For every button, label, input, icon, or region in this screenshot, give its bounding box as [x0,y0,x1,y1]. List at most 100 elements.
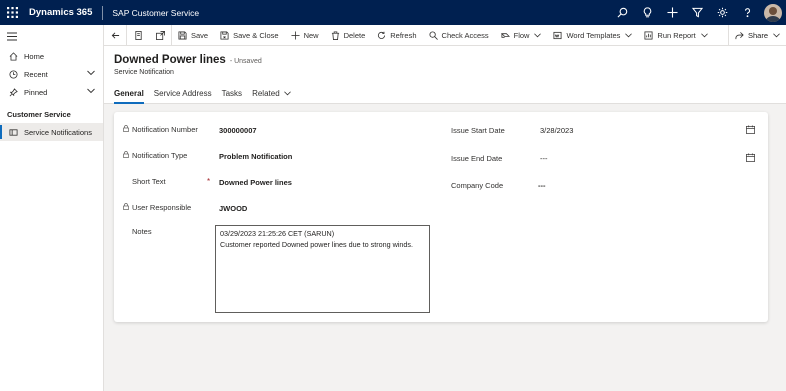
notes-line: Customer reported Downed power lines due… [220,240,413,249]
plus-icon[interactable] [660,0,685,25]
sidebar-item-pinned[interactable]: Pinned [0,83,103,101]
sidebar-section-title: Customer Service [7,110,71,119]
tab-related[interactable]: Related [252,86,291,100]
flow-icon [500,32,510,38]
refresh-button[interactable]: Refresh [371,25,422,46]
calendar-icon[interactable] [746,153,755,162]
top-icons [610,0,786,25]
issue-end-date-input[interactable]: --- [540,154,548,163]
chevron-down-icon[interactable] [87,88,95,94]
record-header: Downed Power lines - Unsaved Service Not… [104,46,786,104]
form-card: Notification Number 300000007 Notificati… [114,112,768,322]
user-responsible-value: JWOOD [219,204,248,213]
filter-icon[interactable] [685,0,710,25]
save-close-button[interactable]: Save & Close [214,25,284,46]
app-name[interactable]: SAP Customer Service [103,8,199,18]
notes-line: 03/29/2023 21:25:26 CET (SARUN) [220,229,335,238]
hamburger-menu-icon[interactable] [0,25,103,47]
chevron-down-icon[interactable] [87,70,95,76]
plus-icon [291,30,300,40]
save-icon [178,30,187,40]
lightbulb-icon[interactable] [635,0,660,25]
save-status: - Unsaved [229,58,262,65]
sidebar-item-label: Home [24,51,45,61]
back-arrow-icon[interactable] [104,25,126,46]
company-code-label: Company Code [451,181,504,190]
entity-name: Service Notification [114,69,174,76]
issue-end-date-label: Issue End Date [451,154,503,163]
save-button[interactable]: Save [172,25,214,46]
search-icon[interactable] [610,0,635,25]
tab-list: General Service Address Tasks Related [114,86,301,104]
share-icon [735,32,744,40]
record-set-icon[interactable] [127,25,149,46]
sidebar-item-home[interactable]: Home [0,47,103,65]
issue-start-date-label: Issue Start Date [451,126,505,135]
notes-textarea[interactable]: 03/29/2023 21:25:26 CET (SARUN) Customer… [215,225,430,313]
chevron-down-icon [625,32,633,37]
open-new-window-icon[interactable] [149,25,171,46]
refresh-icon [378,31,386,39]
word-template-icon [553,31,562,39]
avatar[interactable] [764,3,782,22]
check-access-button[interactable]: Check Access [423,25,495,46]
notification-number-value: 300000007 [219,126,257,135]
calendar-icon[interactable] [746,125,755,134]
share-button[interactable]: Share [727,25,786,46]
flow-button[interactable]: Flow [495,25,548,46]
notification-number-label: Notification Number [132,125,198,134]
page-title: Downed Power lines [114,54,226,66]
save-close-icon [220,30,229,40]
word-templates-button[interactable]: Word Templates [547,25,638,46]
clock-icon [8,69,18,79]
share-label: Share [747,31,768,40]
home-icon [8,51,18,61]
refresh-label: Refresh [390,30,417,40]
command-bar: Save Save & Close New Delete Refresh Che… [104,24,786,46]
tab-related-label: Related [252,88,280,98]
notification-type-value: Problem Notification [219,152,293,161]
sidebar-item-recent[interactable]: Recent [0,65,103,83]
search-icon [429,30,438,40]
check-access-label: Check Access [441,30,489,40]
trash-icon [331,30,339,40]
company-code-value: --- [538,181,546,190]
report-icon [644,30,653,40]
chevron-down-icon [700,32,708,37]
flow-label: Flow [513,30,530,40]
app-launcher-icon[interactable] [0,0,24,25]
run-report-button[interactable]: Run Report [638,25,713,46]
user-responsible-label: User Responsible [132,203,192,212]
top-navigation-bar: Dynamics 365 SAP Customer Service [0,0,786,25]
save-close-label: Save & Close [233,30,279,40]
short-text-input[interactable]: Downed Power lines [219,178,292,187]
delete-button[interactable]: Delete [325,25,372,46]
delete-label: Delete [343,30,366,40]
title-row: Downed Power lines - Unsaved [114,54,262,66]
new-label: New [303,30,319,40]
sidebar-item-label: Service Notifications [24,127,92,137]
gear-icon[interactable] [710,0,735,25]
tab-tasks[interactable]: Tasks [222,86,242,100]
notes-label: Notes [132,227,152,236]
tab-service-address[interactable]: Service Address [154,86,212,100]
save-label: Save [191,30,209,40]
sidebar-item-label: Recent [24,69,48,79]
lock-icon [123,151,129,158]
issue-start-date-input[interactable]: 3/28/2023 [540,126,573,135]
chevron-down-icon [283,90,291,95]
sidebar: Home Recent Pinned Customer Service Serv… [0,25,104,391]
lock-icon [123,203,129,210]
help-icon[interactable] [735,0,760,25]
entity-icon [8,127,18,137]
lock-icon [123,125,129,132]
chevron-down-icon [773,33,780,38]
required-marker: * [207,177,211,186]
tab-general[interactable]: General [114,86,144,104]
sidebar-item-service-notifications[interactable]: Service Notifications [0,123,103,141]
word-templates-label: Word Templates [566,30,621,40]
brand-name[interactable]: Dynamics 365 [24,7,102,18]
sidebar-item-label: Pinned [24,87,48,97]
notification-type-label: Notification Type [132,151,188,160]
new-button[interactable]: New [285,25,325,46]
